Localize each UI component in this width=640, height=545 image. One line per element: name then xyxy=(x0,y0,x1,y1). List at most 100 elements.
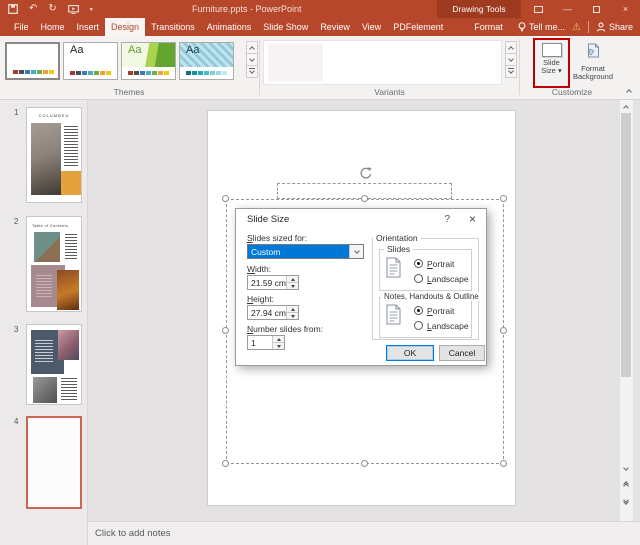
ribbon-display-options-button[interactable] xyxy=(524,0,553,18)
tab-file[interactable]: File xyxy=(8,18,35,36)
resize-handle-bottom-right[interactable] xyxy=(500,460,507,467)
theme-thumbnail-4[interactable]: Aa xyxy=(179,42,234,80)
scroll-down-button[interactable] xyxy=(620,463,632,475)
variant-thumbnail[interactable] xyxy=(268,44,323,81)
ribbon: Aa Aa Aa Slide Size ▾ Format Background … xyxy=(0,36,640,100)
scroll-up-button[interactable] xyxy=(620,101,632,113)
redo-icon[interactable]: ↻ xyxy=(48,4,56,14)
minimize-button[interactable]: — xyxy=(553,0,582,18)
previous-slide-button[interactable] xyxy=(620,479,632,491)
height-value[interactable]: 27.94 cm xyxy=(248,306,286,319)
width-label: Width: xyxy=(247,264,272,274)
spin-up-button[interactable] xyxy=(287,306,298,313)
tab-view[interactable]: View xyxy=(356,18,387,36)
resize-handle-bottom-left[interactable] xyxy=(222,460,229,467)
theme-aa-sample: Aa xyxy=(70,44,84,56)
resize-handle-middle-left[interactable] xyxy=(222,327,229,334)
resize-handle-top-center[interactable] xyxy=(361,195,368,202)
width-value[interactable]: 21.59 cm xyxy=(248,276,286,289)
variants-more-button[interactable] xyxy=(505,65,517,78)
tab-pdfelement[interactable]: PDFelement xyxy=(387,18,449,36)
notes-landscape-radio[interactable] xyxy=(414,321,423,330)
person-icon xyxy=(596,22,606,32)
share-label: Share xyxy=(608,22,633,32)
scrollbar-thumb[interactable] xyxy=(621,113,631,377)
spin-down-icon xyxy=(290,284,295,288)
next-slide-button[interactable] xyxy=(620,495,632,507)
start-slideshow-icon[interactable] xyxy=(67,4,79,14)
resize-handle-top-right[interactable] xyxy=(500,195,507,202)
tab-home[interactable]: Home xyxy=(35,18,71,36)
tab-animations[interactable]: Animations xyxy=(201,18,258,36)
slide-thumbnail-panel: 1 COLUMBEU 2 Table of Contents 3 4 xyxy=(0,100,88,545)
cancel-button[interactable]: Cancel xyxy=(439,345,485,361)
spin-down-button[interactable] xyxy=(273,343,284,349)
tab-review[interactable]: Review xyxy=(314,18,356,36)
tell-me-box[interactable]: Tell me... xyxy=(518,21,565,33)
ribbon-tab-row: File Home Insert Design Transitions Anim… xyxy=(0,18,640,36)
orientation-label: Orientation xyxy=(373,233,421,243)
format-background-button[interactable]: Format Background xyxy=(572,42,614,85)
share-button[interactable]: Share xyxy=(596,22,633,32)
format-background-icon xyxy=(588,43,599,58)
people-photo xyxy=(58,330,79,360)
spin-down-button[interactable] xyxy=(287,283,298,289)
tab-transitions[interactable]: Transitions xyxy=(145,18,201,36)
spin-down-button[interactable] xyxy=(287,313,298,319)
dialog-close-button[interactable]: × xyxy=(469,212,476,226)
height-spinner: 27.94 cm xyxy=(247,305,299,320)
tell-me-label: Tell me... xyxy=(528,22,565,32)
spin-up-button[interactable] xyxy=(287,276,298,283)
undo-icon[interactable]: ↶ xyxy=(29,4,37,14)
rotation-handle[interactable] xyxy=(358,165,374,181)
save-icon[interactable] xyxy=(8,4,18,14)
themes-group-label: Themes xyxy=(113,87,145,97)
slide-thumbnail-1[interactable]: COLUMBEU xyxy=(26,107,82,203)
format-background-label-line2: Background xyxy=(572,72,614,81)
customize-qat-icon[interactable]: ▾ xyxy=(90,6,93,13)
notes-pane[interactable]: Click to add notes xyxy=(88,521,640,545)
tab-slide-show[interactable]: Slide Show xyxy=(257,18,314,36)
ribbon-display-options-icon xyxy=(534,5,543,13)
theme-aa-sample: Aa xyxy=(128,44,142,56)
themes-scroll-buttons xyxy=(246,41,258,78)
theme-thumbnail-3[interactable]: Aa xyxy=(121,42,176,80)
maximize-button[interactable] xyxy=(582,0,611,18)
resize-handle-top-left[interactable] xyxy=(222,195,229,202)
slide-thumbnail-4-selected[interactable] xyxy=(26,416,82,509)
theme-color-dots xyxy=(186,71,227,75)
resize-handle-middle-right[interactable] xyxy=(500,327,507,334)
dialog-help-button[interactable]: ? xyxy=(444,214,450,225)
notes-portrait-radio[interactable] xyxy=(414,306,423,315)
spin-up-button[interactable] xyxy=(273,336,284,343)
powerpoint-window: ↶ ↻ ▾ Furniture.ppts - PowerPoint Drawin… xyxy=(0,0,640,545)
number-slides-spinner: 1 xyxy=(247,335,285,350)
themes-more-button[interactable] xyxy=(246,65,258,78)
chevron-up-icon xyxy=(508,45,514,52)
collapse-ribbon-button[interactable] xyxy=(626,88,632,95)
spin-up-icon xyxy=(290,307,295,311)
theme-thumbnail-office[interactable] xyxy=(5,42,60,80)
slides-sized-for-dropdown[interactable]: Custom xyxy=(247,244,364,259)
gray-photo xyxy=(33,377,57,403)
slide-number: 2 xyxy=(14,217,19,226)
slides-landscape-radio[interactable] xyxy=(414,274,423,283)
spin-down-icon xyxy=(290,314,295,318)
slide-thumbnail-2[interactable]: Table of Contents xyxy=(26,216,82,312)
group-separator xyxy=(519,39,520,95)
ok-button[interactable]: OK xyxy=(386,345,434,361)
dropdown-arrow-button[interactable] xyxy=(349,245,363,258)
resize-handle-bottom-center[interactable] xyxy=(361,460,368,467)
tab-design[interactable]: Design xyxy=(105,18,146,36)
slides-portrait-label: Portrait xyxy=(427,259,455,269)
slide-thumbnail-3[interactable] xyxy=(26,324,82,405)
tab-format[interactable]: Format xyxy=(465,18,512,36)
theme-thumbnail-2[interactable]: Aa xyxy=(63,42,118,80)
chevron-up-icon xyxy=(626,89,632,95)
theme-aa-sample: Aa xyxy=(186,44,200,56)
warning-icon[interactable]: ⚠ xyxy=(572,22,581,33)
tab-insert[interactable]: Insert xyxy=(71,18,106,36)
close-button[interactable]: × xyxy=(611,0,640,18)
slides-portrait-radio[interactable] xyxy=(414,259,423,268)
number-slides-value[interactable]: 1 xyxy=(248,336,272,349)
